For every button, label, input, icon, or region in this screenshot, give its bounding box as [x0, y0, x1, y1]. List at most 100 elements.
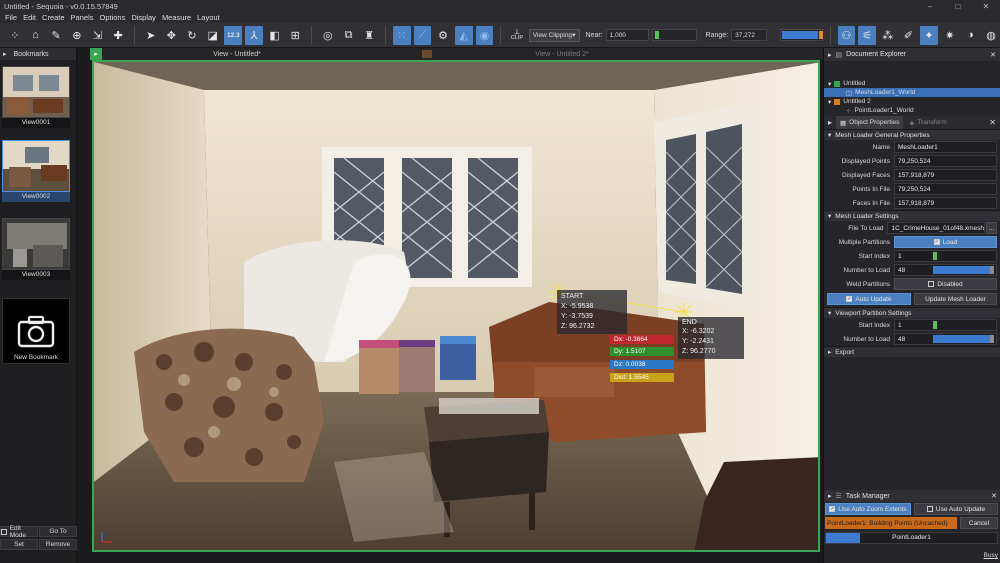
focus-icon[interactable]: ◎ — [319, 26, 337, 45]
create-object-icon[interactable]: ✎ — [47, 26, 65, 45]
move-icon[interactable]: ✥ — [163, 26, 181, 45]
tab-view-untitled[interactable]: View - Untitled* — [102, 48, 372, 60]
points-display-icon[interactable]: ⁙ — [392, 25, 411, 45]
menu-edit[interactable]: Edit — [20, 13, 39, 22]
edit-mode-toggle[interactable]: Edit Mode — [0, 525, 38, 539]
edit-mode-checkbox[interactable] — [1, 528, 7, 535]
auto-update-toggle[interactable]: ✓ Auto Update — [827, 293, 911, 305]
set-button[interactable]: Set — [0, 539, 38, 550]
sphere-icon[interactable]: ◑ — [962, 26, 980, 45]
menu-file[interactable]: File — [2, 13, 20, 22]
mesh-display-icon[interactable]: ◭ — [454, 25, 473, 45]
vp-start-index-slider[interactable]: 1 — [894, 319, 997, 331]
add-loader-icon[interactable]: ⊕ — [68, 26, 86, 45]
close-icon[interactable]: ✕ — [989, 118, 996, 127]
view-tab2-icon[interactable] — [422, 50, 432, 58]
viewport-partition-section[interactable]: ▾ Viewport Partition Settings — [824, 307, 1000, 318]
near-slider-handle[interactable] — [654, 31, 659, 39]
scale-icon[interactable]: ◪ — [204, 26, 222, 45]
3d-viewport[interactable]: START X: -5.9538 Y: -3.7539 Z: 96.2732 E… — [92, 60, 820, 552]
axis-icon[interactable]: ⅄ — [245, 25, 263, 45]
task-auto-update-toggle[interactable]: Use Auto Update — [914, 503, 998, 515]
goto-button[interactable]: Go To — [39, 526, 77, 537]
maximize-button[interactable]: □ — [944, 0, 972, 12]
tree-item-meshloader1-world[interactable]: ◫ MeshLoader1_World — [824, 88, 1000, 97]
pin-icon[interactable]: ▸ — [828, 492, 832, 500]
tab-object-properties[interactable]: ▦ Object Properties — [836, 116, 904, 129]
view-clipping-dropdown[interactable]: View Clipping ▾ — [528, 28, 580, 42]
star-icon[interactable]: ✷ — [941, 26, 959, 45]
slider-handle[interactable] — [990, 266, 994, 274]
remove-button[interactable]: Remove — [39, 539, 77, 550]
export-section[interactable]: ▸ Export — [824, 346, 1000, 357]
update-mesh-loader-button[interactable]: Update Mesh Loader — [914, 293, 997, 305]
start-index-slider[interactable]: 1 — [894, 250, 997, 262]
new-bookmark-button[interactable]: New Bookmark — [2, 298, 70, 364]
select-arrow-icon[interactable]: ➤ — [142, 26, 160, 45]
pin-icon[interactable]: ▸ — [828, 51, 832, 59]
grid-icon[interactable]: ⊞ — [286, 26, 304, 45]
expand-icon[interactable]: ▾ — [828, 98, 831, 106]
file-to-load-field[interactable]: 1C_CrimeHouse_01of48.xmesh — [887, 222, 985, 234]
measure-tool-button[interactable]: 12.3 — [224, 25, 243, 45]
menu-create[interactable]: Create — [39, 13, 68, 22]
add-point-icon[interactable]: ✚ — [109, 26, 127, 45]
menu-layout[interactable]: Layout — [194, 13, 223, 22]
close-icon[interactable]: ✕ — [991, 492, 997, 500]
cube-icon[interactable]: ◧ — [266, 26, 284, 45]
pin-icon[interactable]: ▸ — [3, 50, 7, 58]
range-slider[interactable] — [779, 29, 823, 41]
tree-item-untitled[interactable]: ▾ Untitled — [824, 79, 1000, 88]
bookmark-view0003[interactable]: View0003 — [2, 218, 70, 280]
near-field[interactable]: 1,000 — [605, 29, 649, 41]
paint-icon[interactable]: ✐ — [900, 26, 918, 45]
slider-handle[interactable] — [990, 335, 994, 343]
mesh-loader-icon[interactable]: ⌂ — [27, 26, 45, 45]
tree-item-pointloader1-world[interactable]: ⁘ PointLoader1_World — [824, 106, 1000, 115]
close-button[interactable]: ✕ — [972, 0, 1000, 12]
clip-button[interactable]: ⟂ CLIP — [508, 26, 526, 45]
lighting-icon[interactable]: ⚇ — [837, 25, 856, 45]
render-icon[interactable]: ⚟ — [858, 25, 876, 45]
snap-icon[interactable]: ◉ — [475, 25, 494, 45]
tab-transform[interactable]: ◈ Transform — [903, 116, 952, 129]
general-properties-section[interactable]: ▾ Mesh Loader General Properties — [824, 129, 1000, 140]
tree-item-untitled-2[interactable]: ▾ Untitled 2 — [824, 97, 1000, 106]
menu-measure[interactable]: Measure — [159, 13, 194, 22]
auto-zoom-toggle[interactable]: ✓ Use Auto Zoom Extents — [825, 503, 911, 515]
normals-display-icon[interactable]: ⟋ — [413, 25, 432, 45]
loader-settings-section[interactable]: ▾ Mesh Loader Settings — [824, 210, 1000, 221]
menu-display[interactable]: Display — [128, 13, 159, 22]
view-tab-pin[interactable]: ▸ — [90, 48, 102, 60]
point-loader-icon[interactable]: ⁘ — [6, 26, 24, 45]
bookmark-view0001[interactable]: View0001 — [2, 66, 70, 128]
weld-partitions-toggle[interactable]: Disabled — [894, 278, 997, 290]
vp-number-to-load-slider[interactable]: 48 — [894, 333, 997, 345]
scatter-icon[interactable]: ⁂ — [879, 26, 897, 45]
close-icon[interactable]: ✕ — [990, 51, 996, 59]
tab-view-untitled-2[interactable]: View - Untitled 2* — [432, 48, 692, 60]
pin-icon[interactable]: ▸ — [824, 118, 836, 127]
range-field[interactable]: 37,272 — [731, 29, 767, 41]
number-to-load-slider[interactable]: 48 — [894, 264, 997, 276]
transform-icon[interactable]: ⇲ — [89, 26, 107, 45]
range-slider-handle[interactable] — [818, 31, 823, 39]
slider-handle[interactable] — [933, 321, 937, 329]
near-slider[interactable] — [651, 29, 697, 41]
slider-handle[interactable] — [933, 252, 937, 260]
menu-options[interactable]: Options — [96, 13, 128, 22]
bookmark-view0002[interactable]: View0002 — [2, 140, 70, 202]
rotate-icon[interactable]: ↻ — [183, 26, 201, 45]
browse-button[interactable]: ... — [985, 222, 997, 234]
load-partitions-toggle[interactable]: ✓ Load — [894, 236, 997, 248]
cancel-task-button[interactable]: Cancel — [960, 517, 998, 529]
globe-icon[interactable]: ◍ — [982, 26, 1000, 45]
camera-settings-icon[interactable]: ⚙ — [434, 26, 452, 45]
minimize-button[interactable]: – — [916, 0, 944, 12]
hierarchy-icon[interactable]: ⧉ — [340, 26, 358, 45]
menu-panels[interactable]: Panels — [68, 13, 97, 22]
expand-icon[interactable]: ▾ — [828, 80, 831, 88]
sparkle-icon[interactable]: ✦ — [920, 25, 938, 45]
tree-icon[interactable]: ♜ — [360, 26, 378, 45]
name-field[interactable]: MeshLoader1 — [894, 141, 997, 153]
